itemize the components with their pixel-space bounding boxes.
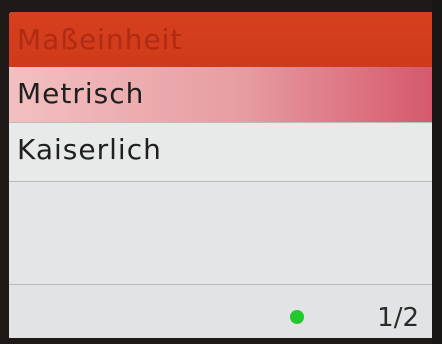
menu-item-label: Metrisch	[17, 77, 145, 110]
status-footer: 1/2	[9, 285, 433, 338]
page-indicator: 1/2	[377, 303, 419, 333]
status-dot-icon	[290, 310, 304, 324]
device-bezel: Maßeinheit Metrisch Kaiserlich 1/2	[0, 0, 442, 344]
empty-list-area	[9, 182, 433, 284]
lcd-screen: Maßeinheit Metrisch Kaiserlich 1/2	[9, 12, 433, 338]
title-bar: Maßeinheit	[9, 12, 433, 67]
menu-item-label: Kaiserlich	[17, 133, 162, 166]
page-title: Maßeinheit	[17, 23, 183, 56]
bezel-edge	[432, 0, 442, 344]
menu-item-metric[interactable]: Metrisch	[9, 67, 433, 122]
menu-item-imperial[interactable]: Kaiserlich	[9, 123, 433, 181]
